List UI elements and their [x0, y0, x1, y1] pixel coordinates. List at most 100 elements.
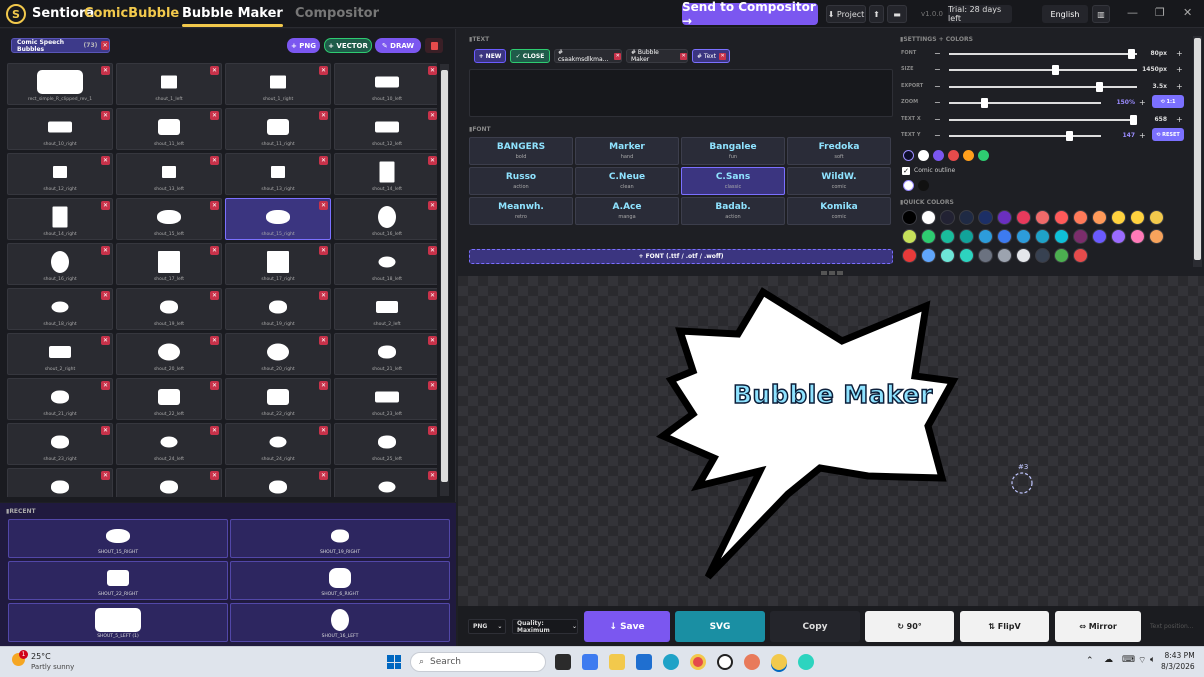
quick-color-swatch[interactable] — [940, 210, 955, 225]
quick-color-swatch[interactable] — [997, 210, 1012, 225]
delete-icon[interactable]: ✕ — [319, 111, 328, 120]
decrease-button[interactable]: − — [934, 98, 941, 107]
delete-icon[interactable]: ✕ — [101, 426, 110, 435]
increase-button[interactable]: + — [1176, 49, 1183, 58]
decrease-button[interactable]: − — [934, 65, 941, 74]
bubble-library-item[interactable]: ✕ shout_13_right — [225, 153, 331, 195]
taskbar-search[interactable]: ⌕ Search — [410, 652, 546, 672]
svg-button[interactable]: SVG — [675, 611, 765, 642]
wifi-icon[interactable]: ⌔ — [1138, 655, 1146, 666]
bubble-library-item[interactable]: ✕ shout_12_right — [7, 153, 113, 195]
recent-item[interactable]: SHOUT_15_RIGHT — [8, 519, 228, 558]
quick-color-swatch[interactable] — [1111, 210, 1126, 225]
increase-button[interactable]: + — [1139, 131, 1146, 140]
bubble-library-item[interactable]: ✕ shout_23_right — [7, 423, 113, 465]
delete-icon[interactable]: ✕ — [319, 66, 328, 75]
bubble-library-item[interactable]: ✕ shout_11_right — [225, 108, 331, 150]
bubble-library-item[interactable]: ✕ — [7, 468, 113, 497]
delete-icon[interactable]: ✕ — [319, 246, 328, 255]
tab-bubble-maker[interactable]: Bubble Maker — [182, 6, 283, 27]
text-color-swatch[interactable] — [903, 150, 914, 161]
quick-color-swatch[interactable] — [959, 210, 974, 225]
quick-color-swatch[interactable] — [921, 210, 936, 225]
bubble-library-item[interactable]: ✕ shout_1_right — [225, 63, 331, 105]
slider-track[interactable] — [949, 135, 1101, 137]
comicbubble-taskbar-icon[interactable] — [771, 654, 787, 670]
quick-color-swatch[interactable] — [1016, 248, 1031, 263]
font-option[interactable]: C.Neue clean — [575, 167, 679, 195]
text-layer-tab[interactable]: # csaakmsdlkma... ✕ — [554, 49, 622, 63]
delete-icon[interactable]: ✕ — [428, 66, 437, 75]
slider-knob[interactable] — [1066, 131, 1074, 141]
bubble-library-item[interactable]: ✕ shout_17_left — [116, 243, 222, 285]
bubble-library-item[interactable]: ✕ shout_2_right — [7, 333, 113, 375]
increase-button[interactable]: + — [1176, 65, 1183, 74]
bubble-library-item[interactable]: ✕ shout_1_left — [116, 63, 222, 105]
slider-track[interactable] — [949, 118, 1137, 121]
language-select[interactable]: English — [1042, 5, 1088, 23]
volume-icon[interactable]: 🔈︎ — [1150, 655, 1155, 665]
quick-color-swatch[interactable] — [921, 248, 936, 263]
library-scroll-thumb[interactable] — [441, 70, 448, 482]
delete-icon[interactable]: ✕ — [210, 471, 219, 480]
delete-icon[interactable]: ✕ — [210, 66, 219, 75]
bubble-library-item[interactable]: ✕ shout_14_right — [7, 198, 113, 240]
quick-color-swatch[interactable] — [1092, 229, 1107, 244]
close-icon[interactable]: ✕ — [680, 52, 687, 60]
delete-icon[interactable]: ✕ — [428, 426, 437, 435]
bubble-library-item[interactable]: ✕ shout_15_left — [116, 198, 222, 240]
bubble-library-item[interactable]: ✕ shout_22_right — [225, 378, 331, 420]
book-icon[interactable]: ▥ — [1092, 5, 1110, 23]
recent-item[interactable]: SHOUT_16_LEFT — [230, 603, 450, 642]
bubble-library-item[interactable]: ✕ shout_10_right — [7, 108, 113, 150]
decrease-button[interactable]: − — [934, 82, 941, 91]
flip-vertical-button[interactable]: ⇅ FlipV — [960, 611, 1049, 642]
app-icon[interactable] — [798, 654, 814, 670]
quick-color-swatch[interactable] — [959, 248, 974, 263]
bubble-library-item[interactable]: ✕ shout_14_left — [334, 153, 437, 195]
delete-icon[interactable]: ✕ — [101, 111, 110, 120]
bubble-library-item[interactable]: ✕ shout_21_right — [7, 378, 113, 420]
quick-color-swatch[interactable] — [1054, 229, 1069, 244]
delete-icon[interactable]: ✕ — [210, 111, 219, 120]
quick-color-swatch[interactable] — [1111, 229, 1126, 244]
font-option[interactable]: Marker hand — [575, 137, 679, 165]
delete-icon[interactable]: ✕ — [101, 156, 110, 165]
tab-compositor[interactable]: Compositor — [295, 6, 379, 21]
upload-icon[interactable]: ⬆ — [869, 5, 884, 23]
panel-resize-handle[interactable] — [821, 271, 843, 275]
increase-button[interactable]: + — [1176, 115, 1183, 124]
quick-color-swatch[interactable] — [1073, 248, 1088, 263]
format-select[interactable]: PNG ⌄ — [468, 619, 506, 634]
trash-icon[interactable] — [425, 38, 443, 53]
quick-color-swatch[interactable] — [1054, 248, 1069, 263]
decrease-button[interactable]: − — [934, 49, 941, 58]
quick-color-swatch[interactable] — [940, 229, 955, 244]
bubble-library-item[interactable]: ✕ shout_15_right — [225, 198, 331, 240]
font-option[interactable]: Badab. action — [681, 197, 785, 225]
bubble-library-item[interactable]: ✕ shout_23_left — [334, 378, 437, 420]
add-font-button[interactable]: + FONT (.ttf / .otf / .woff) — [469, 249, 893, 264]
delete-icon[interactable]: ✕ — [319, 381, 328, 390]
bubble-text[interactable]: Bubble Maker — [732, 379, 933, 410]
save-button[interactable]: ↓ Save — [584, 611, 670, 642]
add-png-button[interactable]: + PNG — [287, 38, 320, 53]
close-icon[interactable]: ✕ — [1183, 6, 1192, 19]
quick-color-swatch[interactable] — [1035, 229, 1050, 244]
text-color-swatch[interactable] — [948, 150, 959, 161]
delete-icon[interactable]: ✕ — [101, 381, 110, 390]
file-explorer-icon[interactable] — [609, 654, 625, 670]
delete-icon[interactable]: ✕ — [428, 471, 437, 480]
delete-icon[interactable]: ✕ — [101, 291, 110, 300]
font-option[interactable]: Bangalee fun — [681, 137, 785, 165]
bubble-library-item[interactable]: ✕ shout_16_left — [334, 198, 437, 240]
delete-icon[interactable]: ✕ — [319, 471, 328, 480]
slider-track[interactable] — [949, 85, 1137, 88]
close-icon[interactable]: ✕ — [101, 41, 109, 50]
bubble-library-item[interactable]: ✕ shout_25_left — [334, 423, 437, 465]
text-color-swatch[interactable] — [933, 150, 944, 161]
delete-icon[interactable]: ✕ — [319, 336, 328, 345]
quick-color-swatch[interactable] — [940, 248, 955, 263]
delete-icon[interactable]: ✕ — [319, 156, 328, 165]
bubble-library-item[interactable]: ✕ shout_13_left — [116, 153, 222, 195]
